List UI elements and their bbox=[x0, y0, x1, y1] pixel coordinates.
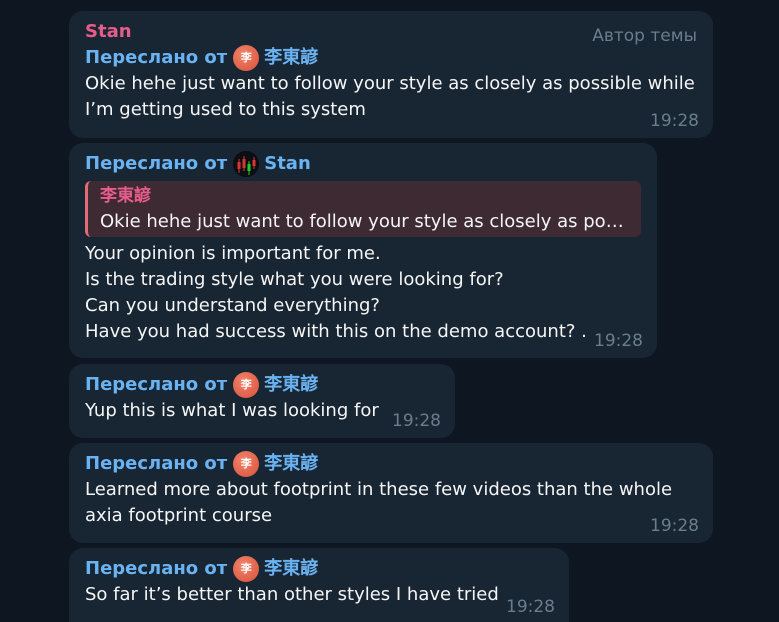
forwarded-from-name[interactable]: Stan bbox=[264, 151, 311, 177]
message-line: Is the trading style what you were looki… bbox=[85, 269, 504, 290]
avatar[interactable]: 李 bbox=[233, 372, 260, 398]
message-time: 19:28 bbox=[392, 411, 441, 431]
message-bubble[interactable]: Переслано от 李 李東諺 So far it’s better th… bbox=[69, 548, 569, 622]
message-line: Can you understand everything? bbox=[85, 295, 380, 316]
avatar[interactable] bbox=[233, 151, 260, 177]
message-line: So far it’s better than other styles I h… bbox=[85, 584, 499, 605]
message-text: Okie hehe just want to follow your style… bbox=[85, 71, 697, 123]
reply-author: 李東諺 bbox=[100, 186, 151, 206]
candlestick-avatar-icon bbox=[233, 151, 260, 177]
message-line: I’m getting used to this system bbox=[85, 99, 366, 120]
forwarded-from-name[interactable]: 李東諺 bbox=[264, 556, 318, 582]
forwarded-header[interactable]: Переслано от 李 李東諺 bbox=[85, 372, 439, 398]
forwarded-from-name[interactable]: 李東諺 bbox=[264, 372, 318, 398]
message-time: 19:28 bbox=[650, 111, 699, 131]
avatar[interactable]: 李 bbox=[233, 451, 260, 477]
message-line: Okie hehe just want to follow your style… bbox=[85, 73, 695, 94]
message-line: axia footprint course bbox=[85, 505, 273, 526]
forwarded-prefix: Переслано от bbox=[85, 374, 228, 395]
message-bubble[interactable]: Stan Автор темы Переслано от 李 李東諺 Okie … bbox=[69, 11, 713, 138]
avatar[interactable]: 李 bbox=[233, 45, 260, 71]
forwarded-from-name[interactable]: 李東諺 bbox=[264, 45, 318, 71]
message-bubble[interactable]: Переслано от 李 李東諺 Yup this is what I wa… bbox=[69, 364, 455, 438]
message-bubble[interactable]: Переслано от 李 李東諺 Learned more about fo… bbox=[69, 443, 713, 543]
forwarded-prefix: Переслано от bbox=[85, 453, 228, 474]
message-time: 19:28 bbox=[506, 597, 555, 617]
message-line: Have you had success with this on the de… bbox=[85, 321, 587, 342]
forwarded-prefix: Переслано от bbox=[85, 153, 228, 174]
reply-quote[interactable]: 李東諺 Okie hehe just want to follow your s… bbox=[85, 181, 641, 237]
message-text: Learned more about footprint in these fe… bbox=[85, 477, 697, 529]
message-bubble[interactable]: Переслано от Stan 李東諺 Okie hehe just wan… bbox=[69, 143, 657, 358]
forwarded-header[interactable]: Переслано от Stan bbox=[85, 151, 641, 177]
forwarded-header[interactable]: Переслано от 李 李東諺 bbox=[85, 451, 697, 477]
message-line: Learned more about footprint in these fe… bbox=[85, 479, 673, 500]
forwarded-prefix: Переслано от bbox=[85, 47, 228, 68]
forwarded-from-name[interactable]: 李東諺 bbox=[264, 451, 318, 477]
message-text: Your opinion is important for me. Is the… bbox=[85, 241, 641, 345]
message-time: 19:28 bbox=[594, 331, 643, 351]
message-line: Your opinion is important for me. bbox=[85, 243, 381, 264]
message-text: Yup this is what I was looking for bbox=[85, 398, 439, 424]
message-line: Yup this is what I was looking for bbox=[85, 400, 379, 421]
message-text: So far it’s better than other styles I h… bbox=[85, 582, 553, 608]
message-time: 19:28 bbox=[650, 516, 699, 536]
avatar[interactable]: 李 bbox=[233, 556, 260, 582]
reply-text: Okie hehe just want to follow your style… bbox=[100, 211, 631, 232]
forwarded-header[interactable]: Переслано от 李 李東諺 bbox=[85, 556, 553, 582]
forwarded-prefix: Переслано от bbox=[85, 558, 228, 579]
thread-author-label: Автор темы bbox=[592, 26, 697, 46]
